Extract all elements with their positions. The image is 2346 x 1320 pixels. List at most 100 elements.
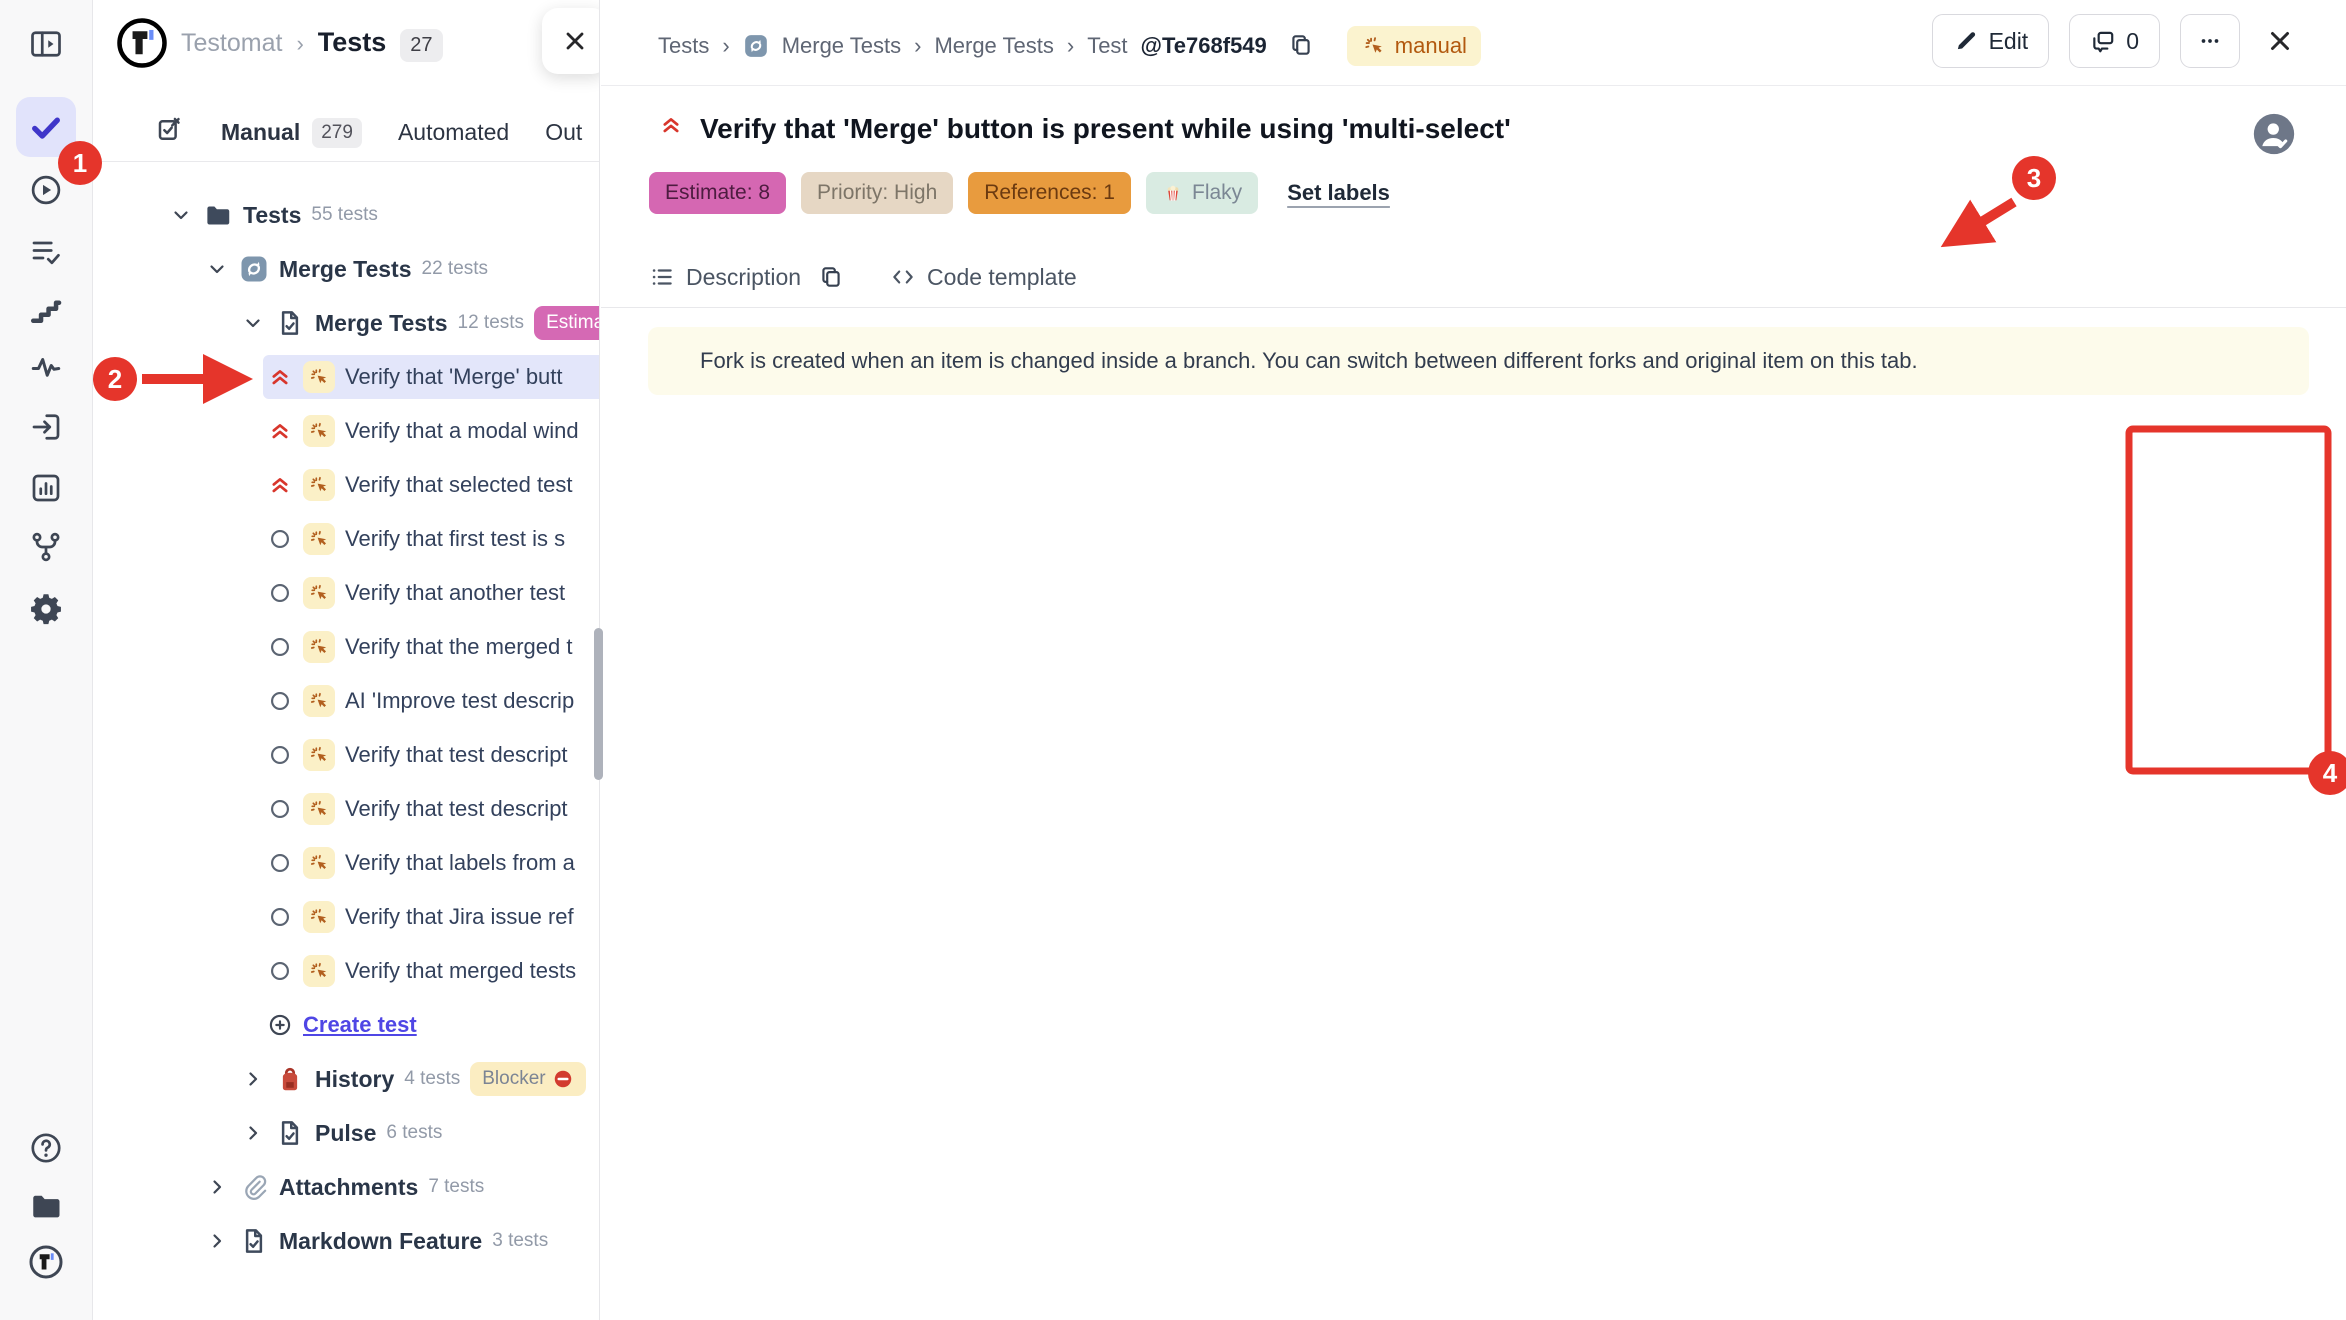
rail-bar-chart-icon[interactable] — [16, 458, 76, 518]
assignee-avatar[interactable] — [2252, 112, 2296, 156]
chevron-right-icon[interactable] — [205, 1175, 229, 1199]
backpack-icon — [275, 1064, 305, 1094]
comments-button[interactable]: 0 — [2069, 14, 2160, 68]
tree-item[interactable]: Attachments7 tests — [93, 1160, 599, 1214]
tree-item[interactable]: Verify that test descript — [93, 782, 599, 836]
app-screen: Testomat › Tests 27 Manual279 Automated Ou… — [0, 0, 2346, 1320]
tree-item[interactable]: Verify that labels from a — [93, 836, 599, 890]
chevron-down-icon[interactable] — [169, 203, 193, 227]
forks-info-banner: Fork is created when an item is changed … — [648, 327, 2309, 395]
tree-item[interactable]: Verify that another test — [93, 566, 599, 620]
label-badge[interactable]: Estimate: 8 — [649, 172, 786, 214]
chevron-right-icon[interactable] — [205, 1229, 229, 1253]
tree-item-label: Merge Tests — [315, 310, 448, 337]
tree-item[interactable]: Verify that the merged t — [93, 620, 599, 674]
tree-item-label: AI 'Improve test descrip — [345, 688, 574, 714]
tree-item[interactable]: AI 'Improve test descrip — [93, 674, 599, 728]
sync-icon — [743, 33, 769, 59]
test-title-row: Verify that 'Merge' button is present wh… — [658, 112, 2226, 146]
filter-tab-manual[interactable]: Manual279 — [221, 118, 362, 148]
badge-label: Estima — [546, 312, 600, 334]
breadcrumb-item[interactable]: Merge Tests — [782, 33, 901, 59]
tab-description[interactable]: Description — [649, 246, 844, 308]
chevron-right-icon[interactable] — [241, 1067, 265, 1091]
manual-test-icon — [303, 361, 335, 393]
tree-item[interactable]: Tests55 tests — [93, 188, 599, 242]
rail-folder-icon[interactable] — [16, 1176, 76, 1236]
plus-circle-icon — [267, 1012, 293, 1038]
brand-name[interactable]: Testomat — [181, 29, 282, 58]
label-badge[interactable]: References: 1 — [968, 172, 1131, 214]
copy-icon[interactable] — [818, 264, 844, 290]
tabs-divider — [601, 307, 2346, 308]
tree-item[interactable]: History4 testsBlocker — [93, 1052, 599, 1106]
tree-item-label: Verify that test descript — [345, 796, 568, 822]
tree-item[interactable]: Verify that Jira issue ref — [93, 890, 599, 944]
priority-high-icon — [267, 364, 293, 390]
test-tree: Tests55 testsMerge Tests22 testsMerge Te… — [93, 188, 599, 1268]
tree-scrollbar[interactable] — [594, 628, 603, 780]
tree-item-badge: Estima — [534, 306, 600, 340]
more-button[interactable] — [2180, 14, 2240, 68]
copy-icon[interactable] — [1288, 32, 1316, 60]
tree-item[interactable]: Merge Tests 12 tests Estima — [93, 296, 599, 350]
tree-item[interactable]: Verify that merged tests — [93, 944, 599, 998]
label-badge[interactable]: Flaky — [1146, 172, 1258, 214]
manual-test-icon — [303, 955, 335, 987]
rail-help-icon[interactable] — [16, 1118, 76, 1178]
priority-none-icon — [267, 688, 293, 714]
rail-activity-icon[interactable] — [16, 337, 76, 397]
tree-item-count: 12 tests — [458, 312, 525, 334]
tab-code-template[interactable]: Code template — [890, 246, 1077, 308]
edit-button[interactable]: Edit — [1932, 14, 2050, 68]
close-icon[interactable] — [2260, 21, 2300, 61]
rail-sidebar-toggle-icon[interactable] — [16, 14, 76, 74]
priority-none-icon — [267, 904, 293, 930]
breadcrumb-separator: › — [722, 33, 729, 59]
manual-test-icon — [303, 847, 335, 879]
tree-item-label: Verify that first test is s — [345, 526, 565, 552]
chevron-down-icon[interactable] — [205, 257, 229, 281]
tree-item[interactable]: Verify that a modal wind — [93, 404, 599, 458]
rail-steps-icon[interactable] — [16, 281, 76, 341]
tree-item-label: History — [315, 1066, 394, 1093]
rail-list-check-icon[interactable] — [16, 222, 76, 282]
tree-item[interactable]: Verify that first test is s — [93, 512, 599, 566]
filter-tab-automated[interactable]: Automated — [398, 119, 509, 146]
tree-item[interactable]: Markdown Feature3 tests — [93, 1214, 599, 1268]
breadcrumb-item[interactable]: Tests — [658, 33, 709, 59]
create-test-link[interactable]: Create test — [93, 998, 599, 1052]
rail-import-icon[interactable] — [16, 397, 76, 457]
document-icon — [239, 1226, 269, 1256]
panel-close-button[interactable] — [542, 8, 600, 74]
tree-item[interactable]: Verify that selected test — [93, 458, 599, 512]
tree-item[interactable]: Merge Tests22 tests — [93, 242, 599, 296]
chevron-down-icon[interactable] — [241, 311, 265, 335]
tree-item[interactable]: Verify that 'Merge' butt — [93, 350, 599, 404]
tree-item[interactable]: Pulse6 tests — [93, 1106, 599, 1160]
set-labels-link[interactable]: Set labels — [1287, 180, 1390, 206]
tree-item-label: Verify that labels from a — [345, 850, 575, 876]
rail-branch-icon[interactable] — [16, 517, 76, 577]
tab-label: Description — [686, 264, 801, 291]
tests-filter-tabs: Manual279 Automated Out — [93, 104, 599, 162]
breadcrumb-item[interactable]: Merge Tests — [934, 33, 1053, 59]
rail-play-circle-icon[interactable] — [16, 160, 76, 220]
tree-item[interactable]: Verify that test descript — [93, 728, 599, 782]
filter-tab-out[interactable]: Out — [545, 119, 582, 146]
test-detail-panel: Tests › Merge Tests › Merge Tests › Test… — [601, 0, 2346, 1320]
testomat-logo-icon[interactable] — [115, 16, 169, 70]
tree-item-count: 6 tests — [386, 1122, 442, 1144]
tests-panel-header: Testomat › Tests 27 — [93, 0, 599, 86]
rail-gear-icon[interactable] — [16, 579, 76, 639]
rail-check-icon[interactable] — [16, 97, 76, 157]
label-badge[interactable]: Priority: High — [801, 172, 953, 214]
tree-item-label: Verify that the merged t — [345, 634, 572, 660]
rail-logo-icon[interactable] — [16, 1232, 76, 1292]
chevron-right-icon[interactable] — [241, 1121, 265, 1145]
priority-none-icon — [267, 958, 293, 984]
breadcrumb-item: Test — [1087, 33, 1127, 59]
code-icon — [890, 264, 916, 290]
folder-icon — [203, 200, 233, 230]
priority-none-icon — [267, 742, 293, 768]
